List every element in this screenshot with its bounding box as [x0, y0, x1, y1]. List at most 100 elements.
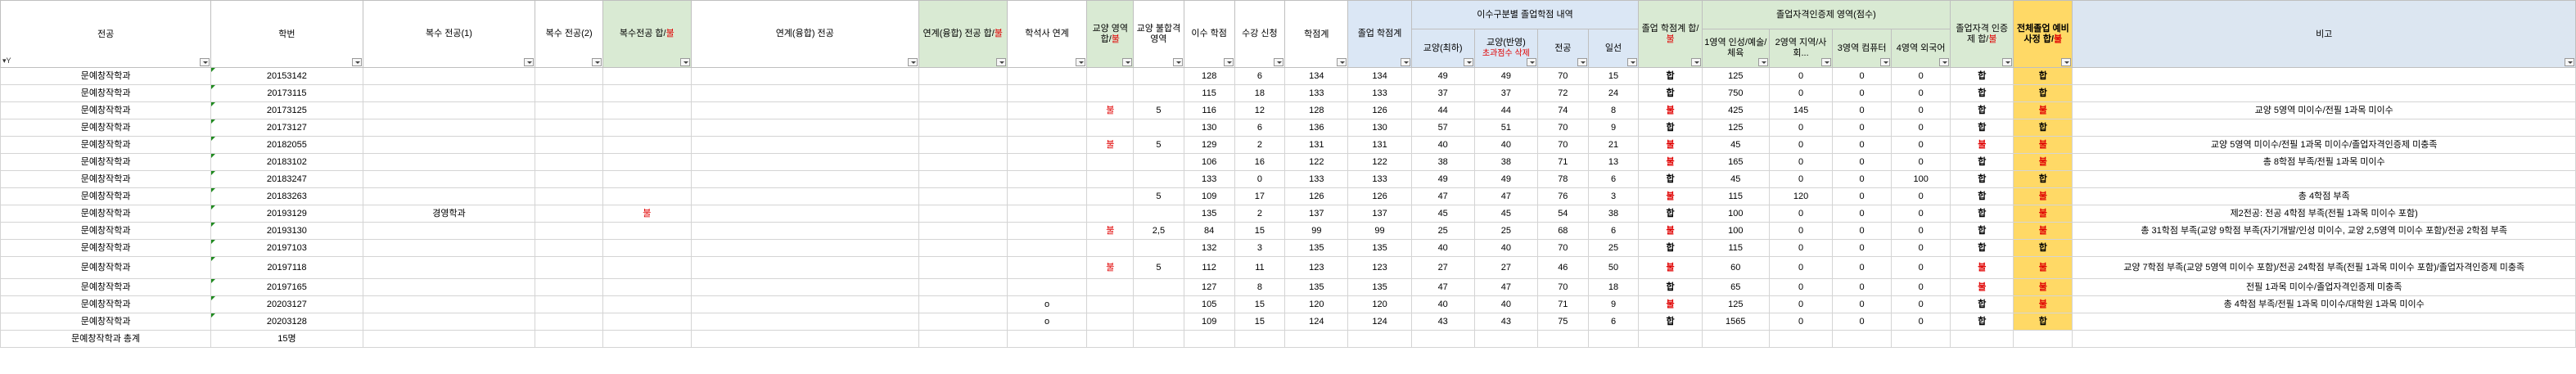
cell-major[interactable]: 문예창작학과	[0, 256, 212, 279]
cell-completed-credits[interactable]: 109	[1183, 187, 1235, 205]
cell-enrolled-credits[interactable]: 15	[1234, 313, 1286, 331]
cell-cert-area-1[interactable]: 1565	[1701, 313, 1770, 331]
filter-dropdown-icon[interactable]	[1821, 58, 1832, 66]
cell-double-major-2[interactable]	[535, 222, 603, 240]
cell-cert-area-3[interactable]: 0	[1832, 136, 1893, 154]
cell-overall-pass[interactable]: 불	[2013, 295, 2073, 313]
cell-student-id[interactable]: 20203127	[210, 295, 363, 313]
cell-student-id[interactable]: 20183263	[210, 187, 363, 205]
cell-credit-total[interactable]: 126	[1284, 187, 1349, 205]
cell-grad-credit-total[interactable]: 122	[1347, 153, 1412, 171]
cell-double-major-2[interactable]	[535, 153, 603, 171]
cell-liberal-excess[interactable]: 40	[1473, 136, 1538, 154]
cell-liberal-area-pass[interactable]	[1086, 187, 1135, 205]
cell-liberal-fail-area[interactable]	[1133, 170, 1184, 188]
cell-cert-pass[interactable]: 합	[1950, 222, 2014, 240]
cell-cert-area-1[interactable]: 45	[1701, 136, 1770, 154]
cell-cert-area-4[interactable]: 0	[1891, 256, 1951, 279]
cell-cert-area-2[interactable]: 0	[1768, 153, 1834, 171]
cell-cert-pass[interactable]: 불	[1950, 136, 2014, 154]
cell-major[interactable]: 문예창작학과	[0, 67, 212, 85]
cell-student-id[interactable]: 20203128	[210, 313, 363, 331]
cell-grad-credit-pass[interactable]: 합	[1638, 278, 1703, 296]
cell-cert-area-4[interactable]: 0	[1891, 239, 1951, 257]
header-student-id[interactable]: 학번	[210, 0, 363, 68]
cell-grad-credit-total[interactable]: 120	[1347, 295, 1412, 313]
cell-cert-area-4[interactable]: 0	[1891, 278, 1951, 296]
cell-liberal-excess[interactable]: 25	[1473, 222, 1538, 240]
cell-linked-major-pass[interactable]	[918, 239, 1008, 257]
filter-dropdown-icon[interactable]	[2061, 58, 2072, 66]
cell-overall-pass[interactable]: 합	[2013, 84, 2073, 102]
cell-general-credits[interactable]: 6	[1587, 170, 1640, 188]
filter-dropdown-icon[interactable]	[1463, 58, 1473, 66]
cell-double-major-pass[interactable]	[602, 101, 692, 119]
cell-liberal-req[interactable]: 27	[1410, 256, 1475, 279]
cell-liberal-fail-area[interactable]	[1133, 119, 1184, 137]
cell-double-major-1[interactable]	[362, 256, 536, 279]
cell-double-major-pass[interactable]	[602, 313, 692, 331]
cell-liberal-area-pass[interactable]	[1086, 239, 1135, 257]
filter-dropdown-icon[interactable]	[200, 58, 210, 66]
cell-major-credits[interactable]: 70	[1536, 119, 1589, 137]
cell-completed-credits[interactable]: 135	[1183, 205, 1235, 223]
cell-liberal-req[interactable]: 40	[1410, 295, 1475, 313]
filter-dropdown-icon[interactable]	[1880, 58, 1891, 66]
cell-remarks[interactable]: 총 4학점 부족/전필 1과목 미이수/대학원 1과목 미이수	[2072, 295, 2576, 313]
cell-cert-area-1[interactable]: 165	[1701, 153, 1770, 171]
cell-major-credits[interactable]: 75	[1536, 313, 1589, 331]
cell-cert-area-2[interactable]: 0	[1768, 84, 1834, 102]
cell-liberal-area-pass[interactable]	[1086, 67, 1135, 85]
cell-liberal-req[interactable]: 47	[1410, 278, 1475, 296]
cell-major-credits[interactable]: 68	[1536, 222, 1589, 240]
cell-double-major-pass[interactable]	[602, 222, 692, 240]
cell-linked-major-pass[interactable]	[918, 313, 1008, 331]
filter-dropdown-icon[interactable]	[679, 58, 690, 66]
cell-major[interactable]: 문예창작학과	[0, 278, 212, 296]
header-overall-pass[interactable]: 전체졸업 예비사정 합/불	[2013, 0, 2073, 68]
cell-remarks[interactable]: 교양 5영역 미이수/전필 1과목 미이수/졸업자격인증제 미충족	[2072, 136, 2576, 154]
cell-double-major-1[interactable]	[362, 153, 536, 171]
filter-dropdown-icon[interactable]	[1172, 58, 1183, 66]
cell-double-major-2[interactable]	[535, 205, 603, 223]
cell-cert-area-1[interactable]: 125	[1701, 67, 1770, 85]
cell-linked-major-pass[interactable]	[918, 256, 1008, 279]
cell-cert-area-3[interactable]: 0	[1832, 119, 1893, 137]
cell-linked-major[interactable]	[690, 205, 919, 223]
cell-grad-credit-pass[interactable]: 합	[1638, 205, 1703, 223]
cell-credit-total[interactable]: 134	[1284, 67, 1349, 85]
cell-cert-area-2[interactable]: 0	[1768, 278, 1834, 296]
cell-major-credits[interactable]: 54	[1536, 205, 1589, 223]
cell-remarks[interactable]	[2072, 67, 2576, 85]
cell-major[interactable]: 문예창작학과	[0, 136, 212, 154]
cell-linked-major[interactable]	[690, 313, 919, 331]
cell-double-major-pass[interactable]	[602, 84, 692, 102]
cell-grad-credit-total[interactable]: 135	[1347, 278, 1412, 296]
cell-cert-area-2[interactable]: 0	[1768, 295, 1834, 313]
cell-cert-area-1[interactable]: 125	[1701, 119, 1770, 137]
cell-enrolled-credits[interactable]: 18	[1234, 84, 1286, 102]
cell-completed-credits[interactable]: 129	[1183, 136, 1235, 154]
cell-major-credits[interactable]: 70	[1536, 278, 1589, 296]
cell-cert-area-4[interactable]: 0	[1891, 119, 1951, 137]
cell-enrolled-credits[interactable]: 15	[1234, 295, 1286, 313]
cell-major[interactable]: 문예창작학과	[0, 295, 212, 313]
cell-cert-pass[interactable]: 합	[1950, 101, 2014, 119]
filter-dropdown-icon[interactable]	[907, 58, 918, 66]
filter-dropdown-icon[interactable]	[351, 58, 362, 66]
cell-cert-pass[interactable]: 합	[1950, 153, 2014, 171]
header-completed-credits[interactable]: 이수 학점	[1183, 0, 1235, 68]
cell-general-credits[interactable]: 21	[1587, 136, 1640, 154]
cell-double-major-2[interactable]	[535, 136, 603, 154]
cell-cert-area-1[interactable]: 100	[1701, 222, 1770, 240]
cell-general-credits[interactable]: 6	[1587, 222, 1640, 240]
header-cert-area-2[interactable]: 2영역 지역/사회...	[1768, 29, 1834, 68]
cell-grad-credit-total[interactable]: 135	[1347, 239, 1412, 257]
cell-cert-area-2[interactable]: 0	[1768, 256, 1834, 279]
cell-linked-major-pass[interactable]	[918, 222, 1008, 240]
cell-grad-credit-pass[interactable]: 합	[1638, 67, 1703, 85]
cell-liberal-area-pass[interactable]	[1086, 170, 1135, 188]
cell-cert-area-3[interactable]: 0	[1832, 256, 1893, 279]
cell-liberal-fail-area[interactable]	[1133, 84, 1184, 102]
total-label[interactable]: 문예창작학과 총계	[0, 330, 212, 348]
